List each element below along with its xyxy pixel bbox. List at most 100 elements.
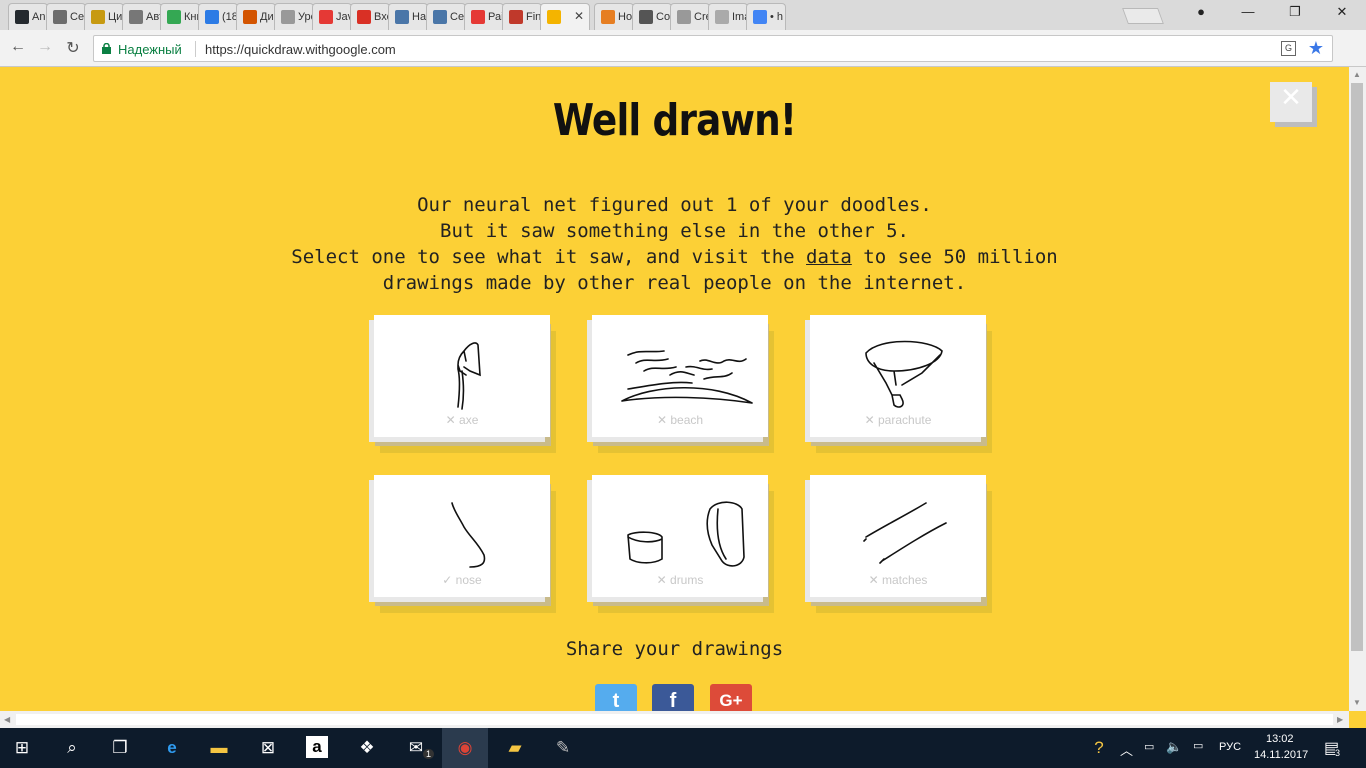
windows-start-icon[interactable]: ⊞ xyxy=(10,736,34,760)
chrome-icon[interactable]: ◉ xyxy=(453,736,477,760)
desc-text: Select one to see what it saw, and visit… xyxy=(291,246,807,268)
tab-18[interactable]: Ima xyxy=(708,3,748,30)
doodle-card-drums[interactable]: ✕ drums xyxy=(592,475,768,597)
chinese-icon xyxy=(243,10,257,24)
share-label: Share your drawings xyxy=(565,638,784,660)
tab-11[interactable]: Сеі xyxy=(426,3,466,30)
desc-line: drawings made by other real people on th… xyxy=(382,272,967,294)
search-icon[interactable]: ⌕ xyxy=(60,736,84,760)
help-icon[interactable]: ? xyxy=(1087,736,1111,760)
doodle-card-parachute[interactable]: ✕ parachute xyxy=(810,315,986,437)
horizontal-scrollbar[interactable]: ◀ ▶ xyxy=(0,711,1349,728)
close-results-button[interactable]: ✕ xyxy=(1270,82,1312,122)
omnibox[interactable]: Надежный https://quickdraw.withgoogle.co… xyxy=(93,35,1333,62)
tab-16[interactable]: Co xyxy=(632,3,672,30)
desc-line: Select one to see what it saw, and visit… xyxy=(0,244,1349,270)
tab-15[interactable]: Ho xyxy=(594,3,634,30)
close-tab-icon[interactable]: ✕ xyxy=(574,9,584,23)
page-icon xyxy=(281,10,295,24)
scroll-left-icon[interactable]: ◀ xyxy=(4,715,10,724)
task-view-icon[interactable]: ❐ xyxy=(108,736,132,760)
volume-icon[interactable]: 🔈 xyxy=(1166,739,1182,755)
doodle-card-matches[interactable]: ✕ matches xyxy=(810,475,986,597)
data-link[interactable]: data xyxy=(806,246,852,268)
twitter-icon: t xyxy=(612,690,620,711)
doodle-card-beach[interactable]: ✕ beach xyxy=(592,315,768,437)
card-label: ✓ nose xyxy=(442,573,482,587)
chevron-up-icon[interactable]: ︿ xyxy=(1120,740,1133,759)
battery-icon[interactable]: ▭ xyxy=(1144,740,1154,753)
tab-12[interactable]: Раі xyxy=(464,3,504,30)
scrollbar-thumb[interactable] xyxy=(1351,83,1363,651)
notification-count: 3 xyxy=(1335,748,1341,758)
store-icon[interactable]: ⊠ xyxy=(256,736,280,760)
tab-6[interactable]: Ди xyxy=(236,3,276,30)
result-description: Our neural net figured out 1 of your doo… xyxy=(0,192,1349,296)
scroll-down-icon[interactable]: ▼ xyxy=(1353,698,1361,707)
facebook-share-button[interactable]: f xyxy=(652,684,694,711)
tab-2[interactable]: Ци xyxy=(84,3,124,30)
card-label: ✕ parachute xyxy=(864,413,932,427)
close-window-button[interactable]: ✕ xyxy=(1327,4,1357,20)
card-label: ✕ beach xyxy=(656,413,704,427)
gear-icon xyxy=(715,10,729,24)
tab-label: Ци xyxy=(108,11,123,23)
desc-text: to see 50 million xyxy=(851,246,1058,268)
tab-1[interactable]: Сеі xyxy=(46,3,86,30)
tab-label: Fin xyxy=(526,11,542,23)
clock-time[interactable]: 13:02 xyxy=(1266,733,1294,745)
paint-icon[interactable]: ✎ xyxy=(551,736,575,760)
forward-button[interactable]: → xyxy=(35,38,55,56)
face-icon xyxy=(601,10,615,24)
scroll-right-icon[interactable]: ▶ xyxy=(1337,715,1343,724)
tab-7[interactable]: Урс xyxy=(274,3,314,30)
desc-line: But it saw something else in the other 5… xyxy=(440,220,909,242)
google-plus-share-button[interactable]: G+ xyxy=(710,684,752,711)
bookmark-star-icon[interactable]: ★ xyxy=(1308,38,1324,59)
gmail-icon xyxy=(357,10,371,24)
tab-3[interactable]: Авт xyxy=(122,3,162,30)
scroll-up-icon[interactable]: ▲ xyxy=(1353,70,1361,79)
profile-icon[interactable]: ● xyxy=(1186,4,1216,19)
mail-badge: 1 xyxy=(423,749,435,759)
shield-icon xyxy=(509,10,523,24)
back-button[interactable]: ← xyxy=(8,38,28,56)
reload-button[interactable]: ↻ xyxy=(63,38,83,58)
tab-4[interactable]: Кни xyxy=(160,3,200,30)
clock-date[interactable]: 14.11.2017 xyxy=(1254,749,1308,761)
tab-label: • h xyxy=(770,11,784,23)
minimize-button[interactable]: — xyxy=(1233,4,1263,19)
tab-9[interactable]: Вхс xyxy=(350,3,390,30)
tab-8[interactable]: Jav xyxy=(312,3,352,30)
twitter-share-button[interactable]: t xyxy=(595,684,637,711)
dropbox-icon[interactable]: ❖ xyxy=(355,736,379,760)
tab-14[interactable]: ✕ xyxy=(540,3,590,30)
tab-10[interactable]: Наі xyxy=(388,3,428,30)
new-tab-button[interactable] xyxy=(1122,8,1164,24)
tab-5[interactable]: (18 xyxy=(198,3,238,30)
tab-label: Ди xyxy=(260,11,274,23)
tab-13[interactable]: Fin xyxy=(502,3,542,30)
tab-17[interactable]: Cre xyxy=(670,3,710,30)
tab-0[interactable]: Anc xyxy=(8,3,48,30)
translate-icon[interactable]: G xyxy=(1281,41,1296,56)
doodle-card-nose[interactable]: ✓ nose xyxy=(374,475,550,597)
card-label: ✕ axe xyxy=(445,413,479,427)
security-label: Надежный xyxy=(118,42,182,57)
maximize-button[interactable]: ❐ xyxy=(1280,4,1310,20)
page-title: Well drawn! xyxy=(552,95,797,146)
language-indicator[interactable]: РУС xyxy=(1219,741,1241,753)
amazon-icon[interactable]: a xyxy=(306,736,328,758)
file-explorer-icon[interactable]: ▬ xyxy=(207,736,231,760)
folder-user-icon[interactable]: ▰ xyxy=(503,736,527,760)
vertical-scrollbar[interactable]: ▲ ▼ xyxy=(1349,67,1366,711)
edge-icon[interactable]: e xyxy=(160,736,184,760)
network-icon[interactable]: ▭ xyxy=(1193,739,1203,752)
url-text[interactable]: https://quickdraw.withgoogle.com xyxy=(205,42,396,57)
tent-icon xyxy=(639,10,653,24)
doodle-card-axe[interactable]: ✕ axe xyxy=(374,315,550,437)
horizontal-scrollbar-thumb[interactable] xyxy=(16,714,1333,725)
facebook-icon: f xyxy=(669,690,677,711)
tab-19[interactable]: • h xyxy=(746,3,786,30)
page-icon xyxy=(677,10,691,24)
